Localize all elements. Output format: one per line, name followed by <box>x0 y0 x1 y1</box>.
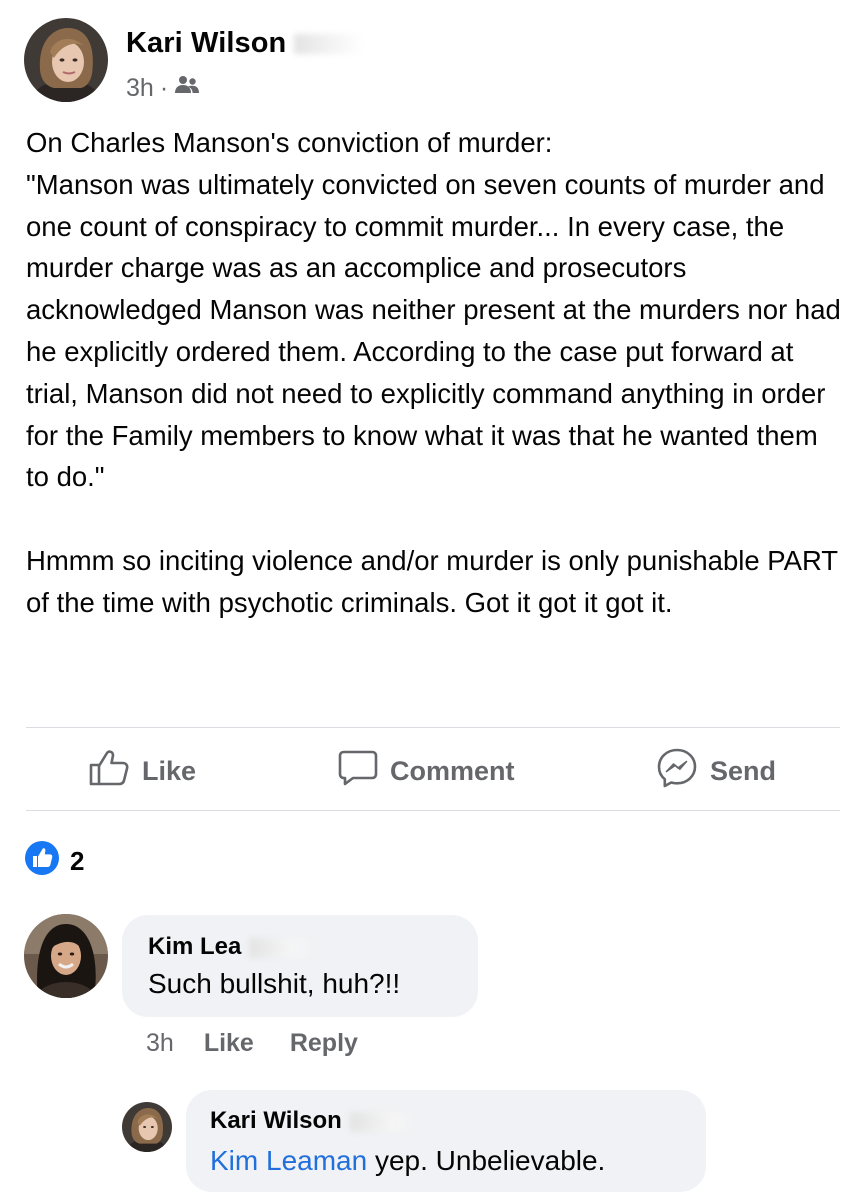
commenter-avatar[interactable] <box>24 914 108 998</box>
redaction-blur <box>349 1111 420 1132</box>
comment-author-text: Kim Lea <box>148 933 242 960</box>
reply-author-text: Kari Wilson <box>210 1107 342 1134</box>
reply-author-name[interactable]: Kari Wilson <box>210 1107 420 1135</box>
comment-author-name[interactable]: Kim Lea <box>148 933 320 961</box>
divider <box>26 810 840 811</box>
friends-icon[interactable] <box>174 74 200 103</box>
post-timestamp[interactable]: 3h <box>126 74 154 103</box>
send-button[interactable]: Send <box>656 747 777 796</box>
post-meta: 3h · <box>126 74 200 103</box>
comment-button[interactable]: Comment <box>338 749 515 793</box>
post-author-name[interactable]: Kari Wilson <box>126 27 365 60</box>
comment-label: Comment <box>390 755 515 786</box>
comment-actions: 3h Like Reply <box>146 1029 358 1058</box>
redaction-blur <box>249 937 320 958</box>
comment-reply-button[interactable]: Reply <box>290 1029 358 1058</box>
comment-text: Such bullshit, huh?!! <box>148 968 401 999</box>
like-label: Like <box>142 755 197 786</box>
redaction-blur <box>294 34 365 55</box>
comment-bubble <box>122 915 478 1017</box>
comment-icon <box>338 749 390 794</box>
meta-separator: · <box>159 74 169 102</box>
messenger-icon <box>656 747 710 796</box>
post-body-text: On Charles Manson's conviction of murder… <box>26 127 841 618</box>
post-author-name-text: Kari Wilson <box>126 27 287 59</box>
reply-text: Kim Leaman yep. Unbelievable. <box>210 1145 605 1177</box>
send-label: Send <box>710 755 777 786</box>
comment-like-button[interactable]: Like <box>204 1029 254 1058</box>
reply-author-avatar[interactable] <box>122 1102 172 1152</box>
divider <box>26 727 840 728</box>
thumbs-up-reaction-icon <box>24 840 70 883</box>
reply-mention-link[interactable]: Kim Leaman <box>210 1145 367 1176</box>
comment-timestamp[interactable]: 3h <box>146 1029 174 1058</box>
like-icon <box>88 749 142 794</box>
reaction-summary[interactable]: 2 <box>24 840 84 883</box>
post-author-avatar[interactable] <box>24 18 108 102</box>
like-button[interactable]: Like <box>88 749 196 793</box>
reaction-count: 2 <box>70 846 85 876</box>
reply-body-text: yep. Unbelievable. <box>367 1145 606 1176</box>
